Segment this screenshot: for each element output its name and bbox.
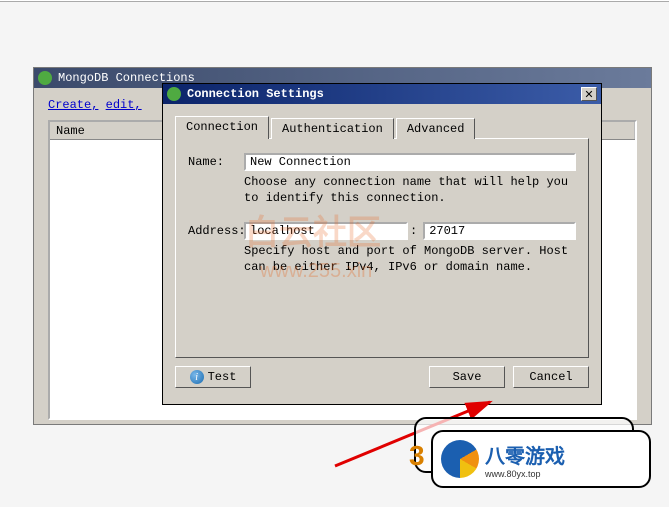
badge-front: 3 八零游戏 www.80yx.top — [431, 430, 651, 488]
info-icon: i — [190, 370, 204, 384]
tab-connection[interactable]: Connection — [175, 116, 269, 139]
create-link[interactable]: Create, — [48, 98, 98, 112]
port-input[interactable] — [423, 222, 576, 240]
name-hint: Choose any connection name that will hel… — [244, 175, 576, 206]
name-label: Name: — [188, 155, 244, 169]
badge-logo-icon — [441, 440, 479, 478]
address-hint: Specify host and port of MongoDB server.… — [244, 244, 576, 275]
tab-authentication[interactable]: Authentication — [271, 118, 394, 139]
cancel-button[interactable]: Cancel — [513, 366, 589, 388]
connection-settings-dialog: Connection Settings ✕ Connection Authent… — [162, 83, 602, 405]
address-input[interactable] — [244, 222, 408, 240]
name-input[interactable] — [244, 153, 576, 171]
edit-link[interactable]: edit, — [106, 98, 142, 112]
dialog-titlebar: Connection Settings ✕ — [163, 84, 601, 104]
mongodb-icon — [38, 71, 52, 85]
badge-number: 3 — [409, 440, 425, 472]
badge-url: www.80yx.top — [485, 469, 565, 479]
address-label: Address: — [188, 224, 244, 238]
tab-content: Name: Choose any connection name that wi… — [175, 138, 589, 358]
test-button[interactable]: i Test — [175, 366, 251, 388]
mongodb-icon — [167, 87, 181, 101]
close-button[interactable]: ✕ — [581, 87, 597, 101]
dialog-title: Connection Settings — [187, 87, 575, 101]
tab-advanced[interactable]: Advanced — [396, 118, 476, 139]
tabs: Connection Authentication Advanced — [175, 116, 589, 139]
badge-title: 八零游戏 — [485, 440, 565, 469]
test-label: Test — [208, 370, 237, 384]
save-button[interactable]: Save — [429, 366, 505, 388]
separator: : — [410, 224, 417, 238]
